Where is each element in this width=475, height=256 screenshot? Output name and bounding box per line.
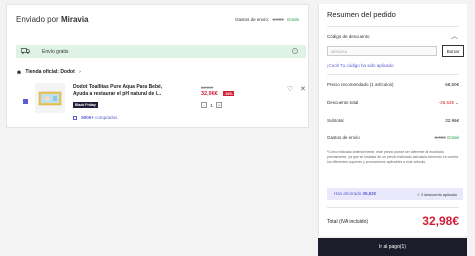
store-icon xyxy=(17,69,21,74)
shipping-cost: Gastos de envío: 3,99€ Gratis xyxy=(235,17,299,22)
sold-count-value: 5000+ xyxy=(81,115,94,120)
row-value: 68,50€ xyxy=(445,82,459,87)
row-label: Descuento total xyxy=(327,100,359,105)
summary-row-discount[interactable]: Descuento total -35,52€ ⌄ xyxy=(327,100,459,106)
row-value: -35,52€ xyxy=(438,100,454,105)
savings-text: Has ahorrado 35,52€ xyxy=(334,191,376,196)
price-note: *Como indicado anteriormente, este preci… xyxy=(327,150,459,164)
summary-row-subtotal: Subtotal 32,96€ xyxy=(327,118,459,123)
store-name: Dodot xyxy=(60,69,75,75)
row-old-value: 3,99€ xyxy=(434,135,446,140)
product-image[interactable] xyxy=(35,83,65,113)
truck-icon xyxy=(21,48,30,54)
shipping-new-price: Gratis xyxy=(286,17,299,22)
order-summary: Resumen del pedido Código de descuento ︿… xyxy=(318,4,467,236)
product-old-price: 68,50€ xyxy=(201,85,214,90)
row-label: Subtotal xyxy=(327,118,344,123)
sold-count: 5000+ comprados xyxy=(73,115,117,120)
chevron-right-icon: › xyxy=(79,69,81,75)
chevron-down-icon[interactable]: ⌄ xyxy=(455,100,459,105)
sold-count-suffix: comprados xyxy=(95,115,118,120)
row-label: Gastos de envío xyxy=(327,135,360,140)
shipment-seller: Miravia xyxy=(60,15,89,24)
divider xyxy=(327,74,459,75)
summary-row-shipping: Gastos de envío 3,99€ Gratis xyxy=(327,135,459,140)
free-shipping-label: Envío gratis xyxy=(42,49,69,55)
savings-bar: Has ahorrado 35,52€ ✓ 2 descuento aplica… xyxy=(327,188,463,200)
chevron-up-icon[interactable]: ︿ xyxy=(451,31,458,41)
info-icon[interactable]: i xyxy=(292,48,298,54)
row-value: 32,96€ xyxy=(445,118,459,123)
shipment-card: Enviado por Miravia Gastos de envío: 3,9… xyxy=(6,4,309,128)
quantity-stepper: - 1 + xyxy=(201,102,222,108)
free-shipping-bar: Envío gratis i xyxy=(16,45,306,58)
savings-prefix: Has ahorrado xyxy=(334,191,362,196)
close-icon[interactable]: ✕ xyxy=(300,85,306,93)
divider xyxy=(327,26,459,27)
savings-amount: 35,52€ xyxy=(362,191,377,196)
shipment-heading-prefix: Enviado por xyxy=(16,15,59,24)
row-value: Gratis xyxy=(446,135,459,140)
divider xyxy=(327,207,459,208)
product-new-price: 32,96€ xyxy=(201,91,218,97)
total-label: Total (IVA incluido) xyxy=(327,219,369,225)
product-name[interactable]: Dodot Toallitas Pure Aqua Para Bebé, Ayu… xyxy=(73,84,173,98)
row-label: Precio recomendado (1 artículos) xyxy=(327,82,394,87)
discount-badge: -52% xyxy=(223,91,235,96)
summary-row-recommended: Precio recomendado (1 artículos) 68,50€ xyxy=(327,82,459,87)
clear-coupon-button[interactable]: Borrar xyxy=(442,45,464,57)
shipping-old-price: 3,99€ xyxy=(272,17,284,22)
coupon-applied-message: ¡Cool! Tu código ha sido aplicado xyxy=(327,63,394,68)
promo-badge: Black Friday xyxy=(73,102,98,108)
checkout-button[interactable]: Ir al pago(1) xyxy=(318,238,467,256)
shipping-cost-label: Gastos de envío: xyxy=(235,17,270,22)
quantity-value[interactable]: 1 xyxy=(207,103,216,108)
store-label: Tienda oficial: xyxy=(25,69,59,75)
heart-icon[interactable]: ♡ xyxy=(287,85,293,93)
discounts-applied[interactable]: ✓ 2 descuento aplicado xyxy=(417,192,457,197)
cart-icon xyxy=(73,115,77,120)
increase-quantity-button[interactable]: + xyxy=(216,102,222,108)
shipment-heading: Enviado por Miravia xyxy=(16,15,89,24)
store-link[interactable]: Tienda oficial: Dodot › xyxy=(17,69,81,75)
product-checkbox[interactable] xyxy=(23,99,28,104)
total-value: 32,98€ xyxy=(422,214,459,228)
coupon-input[interactable] xyxy=(327,46,437,56)
summary-title: Resumen del pedido xyxy=(327,10,396,19)
coupon-label: Código de descuento xyxy=(327,34,370,39)
